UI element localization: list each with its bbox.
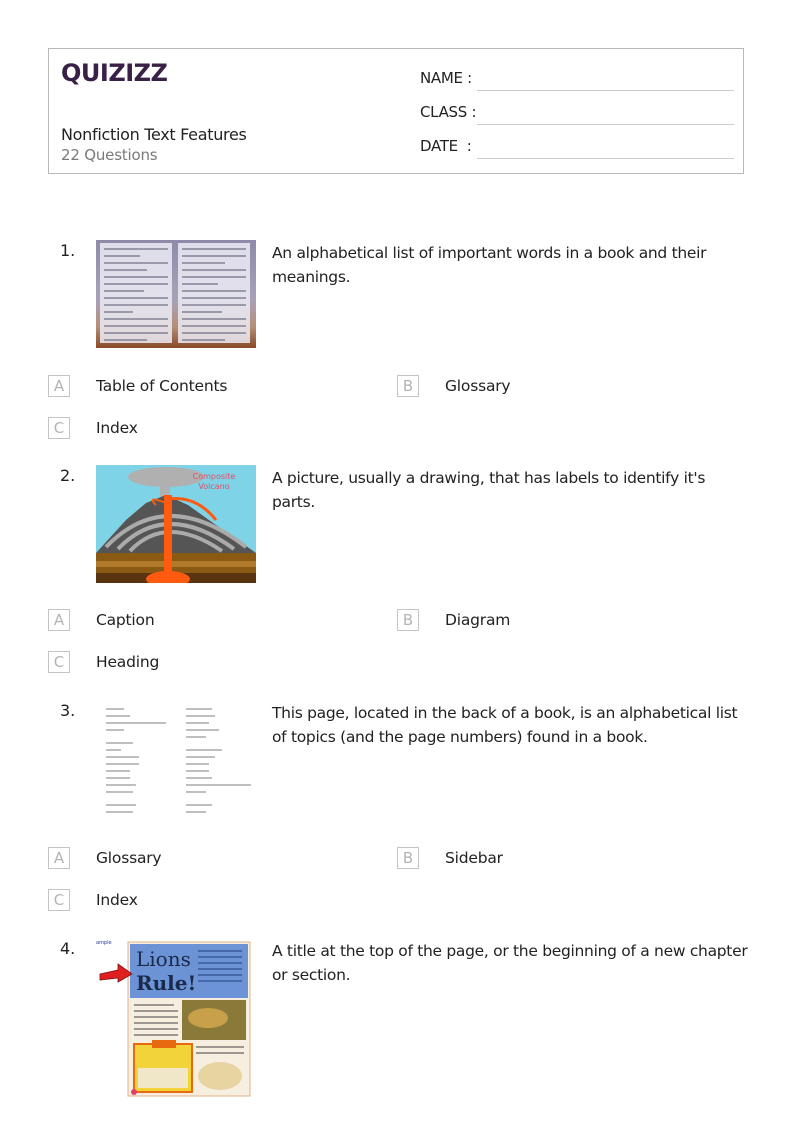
lions-rule-page-image: ample Lions Rule! <box>96 938 256 1100</box>
name-label: NAME : <box>420 69 472 87</box>
question-number: 1. <box>60 241 76 260</box>
name-field[interactable]: NAME : <box>420 69 734 91</box>
index-page-image <box>96 700 256 818</box>
question-number: 3. <box>60 701 76 720</box>
composite-volcano-diagram: Composite Volcano <box>96 465 256 583</box>
class-field[interactable]: CLASS : <box>420 103 734 125</box>
question-count: 22 Questions <box>61 146 158 164</box>
option-letter: C <box>48 889 70 911</box>
question-text: A picture, usually a drawing, that has l… <box>272 469 706 511</box>
name-line[interactable] <box>477 90 734 91</box>
question-number: 2. <box>60 466 76 485</box>
lions-heading-line2: Rule! <box>136 971 196 995</box>
question-text: A title at the top of the page, or the b… <box>272 942 748 984</box>
option-letter: B <box>397 847 419 869</box>
quizizz-logo: QUIZIZZ <box>61 59 168 87</box>
question-text: This page, located in the back of a book… <box>272 704 738 746</box>
question-text: An alphabetical list of important words … <box>272 244 707 286</box>
option-letter: B <box>397 609 419 631</box>
date-line[interactable] <box>477 158 734 159</box>
corner-label: ample <box>96 940 112 946</box>
svg-text:Composite: Composite <box>193 472 236 481</box>
option-text: Heading <box>96 653 160 671</box>
class-label: CLASS : <box>420 103 477 121</box>
option-text: Table of Contents <box>96 377 228 395</box>
option-letter: B <box>397 375 419 397</box>
option-text: Glossary <box>96 849 162 867</box>
option-letter: A <box>48 375 70 397</box>
option-letter: A <box>48 609 70 631</box>
option-letter: C <box>48 651 70 673</box>
class-line[interactable] <box>477 124 734 125</box>
question-number: 4. <box>60 939 76 958</box>
quiz-title: Nonfiction Text Features <box>61 125 247 144</box>
option-letter: C <box>48 417 70 439</box>
option-text: Index <box>96 891 138 909</box>
lions-heading-line1: Lions <box>136 947 191 971</box>
option-text: Glossary <box>445 377 511 395</box>
option-text: Caption <box>96 611 155 629</box>
option-letter: A <box>48 847 70 869</box>
date-label: DATE : <box>420 137 472 155</box>
option-text: Diagram <box>445 611 511 629</box>
option-text: Sidebar <box>445 849 503 867</box>
option-text: Index <box>96 419 138 437</box>
svg-text:Volcano: Volcano <box>198 482 229 491</box>
date-field[interactable]: DATE : <box>420 137 734 159</box>
worksheet-header: QUIZIZZ Nonfiction Text Features 22 Ques… <box>48 48 744 174</box>
glossary-page-image <box>96 240 256 348</box>
